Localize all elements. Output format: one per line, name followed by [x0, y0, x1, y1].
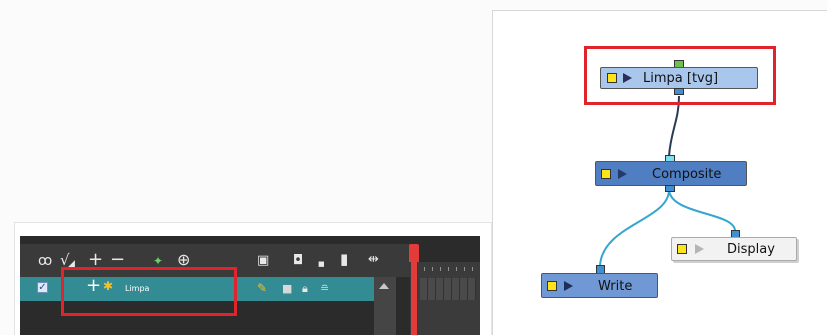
- node-label: Display: [727, 242, 775, 257]
- highlight-box-node: [584, 46, 776, 105]
- cable-limpa-composite: [668, 95, 680, 157]
- cable-composite-display: [668, 189, 736, 232]
- node-expand-icon[interactable]: [564, 281, 573, 291]
- node-write[interactable]: Write: [541, 273, 658, 298]
- composite-output-port[interactable]: [665, 185, 675, 192]
- node-expand-icon[interactable]: [618, 169, 627, 179]
- node-expand-icon[interactable]: [695, 244, 704, 254]
- node-color-swatch[interactable]: [547, 281, 557, 291]
- node-color-swatch[interactable]: [601, 169, 611, 179]
- node-display[interactable]: Display: [671, 237, 797, 261]
- node-label: Write: [598, 279, 633, 294]
- node-label: Composite: [652, 167, 722, 182]
- node-composite[interactable]: Composite: [595, 161, 747, 186]
- node-color-swatch[interactable]: [677, 244, 687, 254]
- cable-composite-write: [599, 189, 670, 267]
